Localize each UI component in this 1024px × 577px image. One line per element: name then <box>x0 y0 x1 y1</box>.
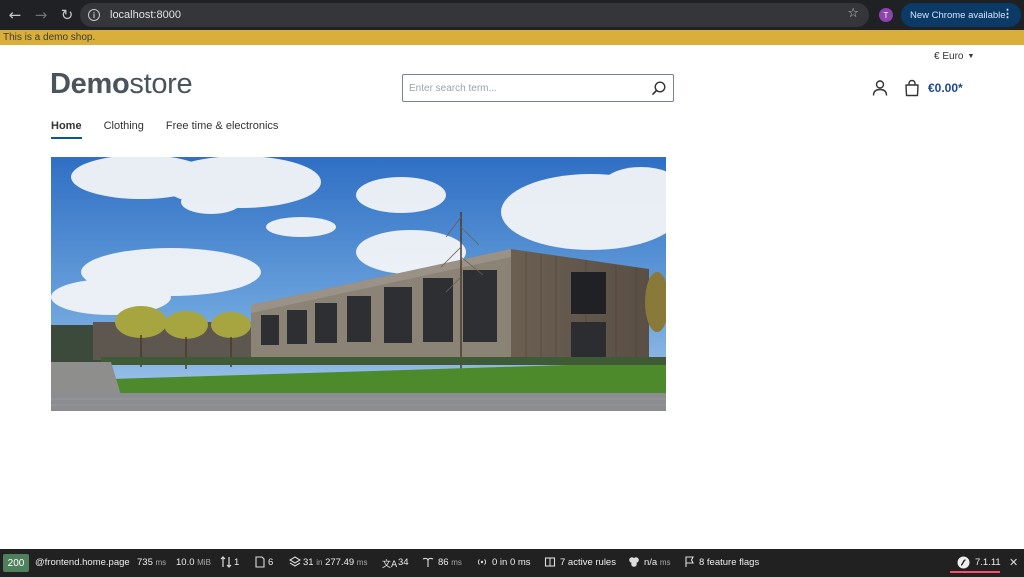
cache-count: 31 <box>303 557 314 568</box>
search-input[interactable] <box>403 82 633 94</box>
star-icon[interactable]: ☆ <box>847 6 859 21</box>
symfony-profiler-toolbar: 200 @frontend.home.page 735 ms 10.0 MiB … <box>0 549 1024 577</box>
browser-toolbar: ← → ↻ i localhost:8000 ☆ T New Chrome av… <box>0 0 1024 30</box>
nav-item-clothing[interactable]: Clothing <box>104 120 144 139</box>
reload-icon[interactable]: ↻ <box>55 3 79 27</box>
update-chrome-button[interactable]: New Chrome available ⋮ <box>901 3 1021 27</box>
logo-bold: Demo <box>50 68 130 100</box>
translation-count[interactable]: 34 <box>398 557 409 568</box>
memory-unit: MiB <box>197 558 211 567</box>
currency-label: € Euro <box>934 51 964 62</box>
info-icon[interactable]: i <box>88 9 100 21</box>
address-bar[interactable]: i localhost:8000 ☆ <box>80 3 869 27</box>
template-icon <box>255 556 265 568</box>
symfony-version[interactable]: 7.1.11 <box>975 557 1001 568</box>
memory-value: 10.0 <box>176 557 195 568</box>
http-requests-count[interactable]: 1 <box>234 557 239 568</box>
cache-unit: ms <box>356 558 368 567</box>
cart-total[interactable]: €0.00* <box>928 81 963 95</box>
request-time[interactable]: 735 ms <box>137 557 166 568</box>
cache-in: in <box>316 558 323 567</box>
database-signal-icon <box>477 559 487 565</box>
account-icon[interactable] <box>871 79 889 97</box>
twig-render-time[interactable]: n/a ms <box>644 557 671 568</box>
menu-icon[interactable]: ⋮ <box>1002 7 1013 20</box>
store-logo[interactable]: Demostore <box>50 68 193 101</box>
hero-image <box>51 157 666 411</box>
request-time-value: 735 <box>137 557 153 568</box>
profile-avatar[interactable]: T <box>879 8 893 22</box>
nav-item-home[interactable]: Home <box>51 120 82 139</box>
events-value: 86 <box>438 557 449 568</box>
forward-icon[interactable]: → <box>29 3 53 27</box>
flag-icon <box>685 556 694 567</box>
nav-item-free-time-electronics[interactable]: Free time & electronics <box>166 120 278 139</box>
feature-flags[interactable]: 8 feature flags <box>699 557 759 568</box>
close-icon[interactable]: ✕ <box>1009 556 1018 569</box>
status-code-badge[interactable]: 200 <box>3 554 29 572</box>
database-queries[interactable]: 0 in 0 ms <box>492 557 531 568</box>
search-icon[interactable] <box>651 80 667 96</box>
currency-dropdown[interactable]: € Euro ▼ <box>934 51 974 62</box>
active-rules[interactable]: 7 active rules <box>560 557 616 568</box>
http-requests-icon <box>220 556 232 568</box>
events-unit: ms <box>451 558 462 567</box>
search-form <box>402 74 674 102</box>
url-text[interactable]: localhost:8000 <box>110 9 181 21</box>
demo-shop-banner: This is a demo shop. <box>0 30 1024 45</box>
template-count[interactable]: 6 <box>268 557 273 568</box>
cache-stats[interactable]: 31 in 277.49 ms <box>303 557 367 568</box>
twig-icon <box>629 557 639 567</box>
logo-light: store <box>129 68 193 100</box>
symfony-logo-icon <box>957 556 970 569</box>
cart-icon[interactable] <box>903 79 921 97</box>
memory-usage[interactable]: 10.0 MiB <box>176 557 211 568</box>
update-label: New Chrome available <box>910 9 1006 21</box>
version-underline <box>950 571 1000 573</box>
main-navigation: Home Clothing Free time & electronics <box>51 120 300 139</box>
events-time[interactable]: 86 ms <box>438 557 462 568</box>
back-icon[interactable]: ← <box>3 3 27 27</box>
request-time-unit: ms <box>155 558 167 567</box>
events-icon <box>422 557 434 567</box>
twig-value: n/a <box>644 557 658 568</box>
twig-unit: ms <box>659 558 671 567</box>
caret-down-icon: ▼ <box>967 53 975 60</box>
translation-icon: 文A <box>382 560 398 570</box>
route-name[interactable]: @frontend.home.page <box>35 557 130 568</box>
rules-icon <box>544 557 556 567</box>
cache-layers-icon <box>289 556 301 567</box>
cache-time: 277.49 <box>325 557 355 568</box>
